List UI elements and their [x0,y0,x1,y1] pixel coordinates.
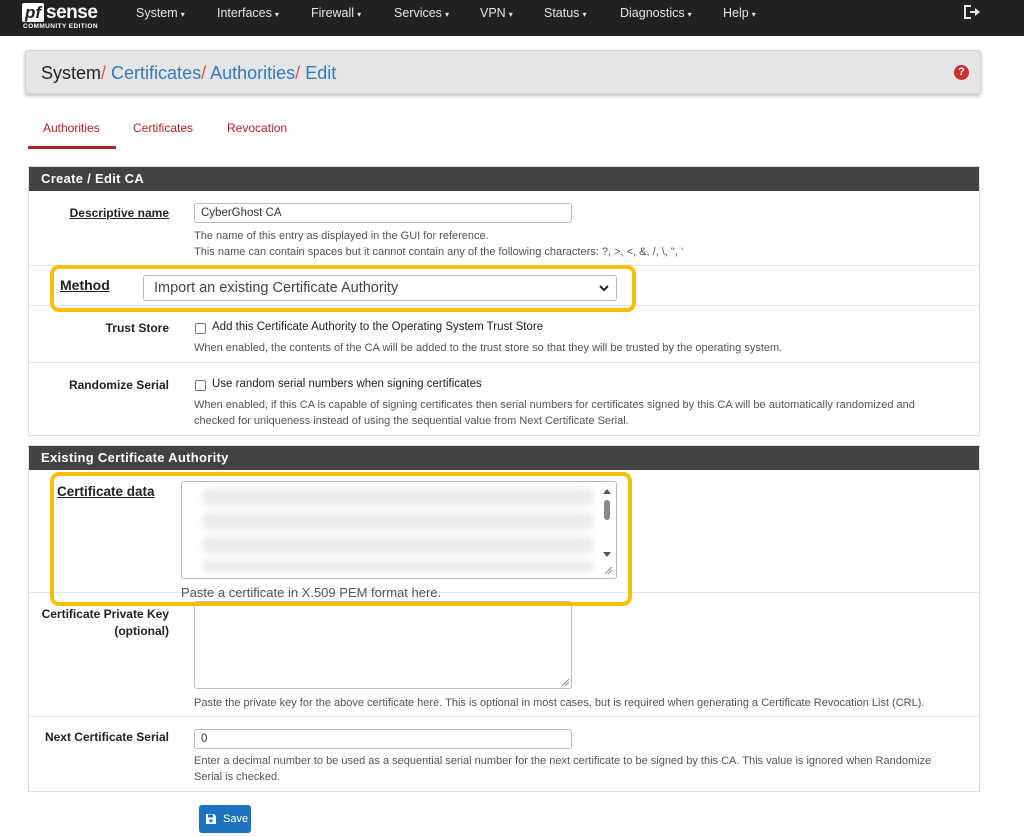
randomize-serial-label: Randomize Serial [68,378,169,392]
caret-down-icon: ▾ [274,10,279,19]
panel-title: Existing Certificate Authority [29,446,979,470]
trust-store-help: When enabled, the contents of the CA wil… [194,342,783,354]
resize-handle-icon[interactable] [561,678,569,686]
method-row: Method Import an existing Certificate Au… [29,266,979,306]
method-select[interactable]: Import an existing Certificate Authority [143,275,617,301]
nav-menu-label: Diagnostics [620,6,685,20]
next-serial-label: Next Certificate Serial [44,730,169,744]
method-selected-value: Import an existing Certificate Authority [154,280,399,296]
private-key-row: Certificate Private Key (optional) Paste… [29,593,979,717]
textarea-scrollbar[interactable] [601,486,613,576]
breadcrumb-root: System [41,63,102,83]
save-button-label: Save [223,813,249,825]
pfsense-logo[interactable]: pf sense COMMUNITY EDITION [22,0,118,36]
descriptive-name-help-1: The name of this entry as displayed in t… [194,230,489,242]
breadcrumb-link-authorities[interactable]: Authorities [210,63,295,83]
save-icon [206,814,216,824]
caret-down-icon: ▾ [180,10,185,19]
chevron-down-icon [599,285,609,292]
nav-menu-system[interactable]: System ▾ [136,0,185,26]
descriptive-name-help-2: This name can contain spaces but it cann… [194,246,684,258]
nav-menu-diagnostics[interactable]: Diagnostics ▾ [620,0,692,26]
nav-menu-status[interactable]: Status ▾ [544,0,586,26]
randomize-serial-checkbox-label[interactable]: Use random serial numbers when signing c… [212,378,482,390]
private-key-label-2: (optional) [114,624,169,638]
nav-menu-label: Firewall [311,6,355,20]
nav-menu-services[interactable]: Services ▾ [394,0,449,26]
tab-revocation[interactable]: Revocation [227,121,287,135]
nav-menu-label: VPN [480,6,506,20]
trust-store-label: Trust Store [105,321,169,335]
active-tab-indicator [28,146,116,149]
descriptive-name-label: Descriptive name [69,206,169,220]
create-edit-ca-panel: Create / Edit CA Descriptive name CyberG… [28,166,980,436]
breadcrumb-separator: / [201,63,207,83]
trust-store-checkbox[interactable] [195,323,206,334]
help-icon[interactable]: ? [954,65,969,80]
nav-menu-label: Status [544,6,580,20]
caret-down-icon: ▾ [444,10,449,19]
tab-certificates[interactable]: Certificates [133,121,193,135]
breadcrumb-separator: / [101,63,107,83]
redacted-text-block [202,512,594,530]
breadcrumb-link-edit[interactable]: Edit [305,63,336,83]
save-button[interactable]: Save [199,805,251,833]
descriptive-name-row: Descriptive name CyberGhost CA The name … [29,191,979,266]
certificate-data-label: Certificate data [57,484,155,499]
next-serial-row: Next Certificate Serial 0 Enter a decima… [29,717,979,791]
redacted-text-block [202,560,594,572]
logo-edition-text: COMMUNITY EDITION [23,23,98,30]
nav-menu-label: Services [394,6,442,20]
logo-sense-text: sense [46,1,98,23]
nav-menu-interfaces[interactable]: Interfaces ▾ [217,0,279,26]
randomize-serial-checkbox[interactable] [195,380,206,391]
private-key-textarea[interactable] [194,601,572,689]
certificate-data-row: Certificate data Paste a certificate in … [29,470,979,600]
private-key-help: Paste the private key for the above cert… [194,697,925,709]
existing-ca-panel: Existing Certificate Authority Certifica… [28,445,980,792]
caret-down-icon: ▾ [357,10,362,19]
tab-authorities[interactable]: Authorities [43,121,100,135]
next-serial-help-1: Enter a decimal number to be used as a s… [194,755,932,767]
top-navbar: pf sense COMMUNITY EDITION System ▾ Inter… [0,0,1024,36]
breadcrumb: System/ Certificates/ Authorities/ Edit … [25,50,981,94]
redacted-text-block [202,488,594,506]
nav-menu-label: Interfaces [217,6,272,20]
next-serial-input[interactable]: 0 [194,729,572,749]
next-serial-help-2: Serial is checked. [194,771,281,783]
caret-down-icon: ▾ [687,10,692,19]
nav-menu-label: Help [723,6,749,20]
panel-title: Create / Edit CA [29,167,979,191]
randomize-serial-help-2: checked for uniqueness instead of using … [194,415,629,427]
randomize-serial-help-1: When enabled, if this CA is capable of s… [194,399,915,411]
trust-store-row: Trust Store Add this Certificate Authori… [29,306,979,363]
breadcrumb-separator: / [295,63,301,83]
breadcrumb-trail: System/ Certificates/ Authorities/ Edit [41,62,336,84]
caret-down-icon: ▾ [582,10,587,19]
certificate-data-textarea[interactable] [181,481,617,579]
nav-menu-vpn[interactable]: VPN ▾ [480,0,513,26]
logout-icon[interactable] [962,4,982,20]
private-key-label-1: Certificate Private Key [41,607,169,621]
logo-pf-text: pf [22,2,45,22]
caret-down-icon: ▾ [751,10,756,19]
method-label: Method [60,277,110,293]
nav-menu-firewall[interactable]: Firewall ▾ [311,0,361,26]
breadcrumb-link-certificates[interactable]: Certificates [111,63,201,83]
nav-menu-help[interactable]: Help ▾ [723,0,756,26]
descriptive-name-input[interactable]: CyberGhost CA [194,203,572,223]
trust-store-checkbox-label[interactable]: Add this Certificate Authority to the Op… [212,321,543,333]
redacted-text-block [202,536,594,554]
randomize-serial-row: Randomize Serial Use random serial numbe… [29,363,979,435]
caret-down-icon: ▾ [508,10,513,19]
nav-menu-label: System [136,6,178,20]
